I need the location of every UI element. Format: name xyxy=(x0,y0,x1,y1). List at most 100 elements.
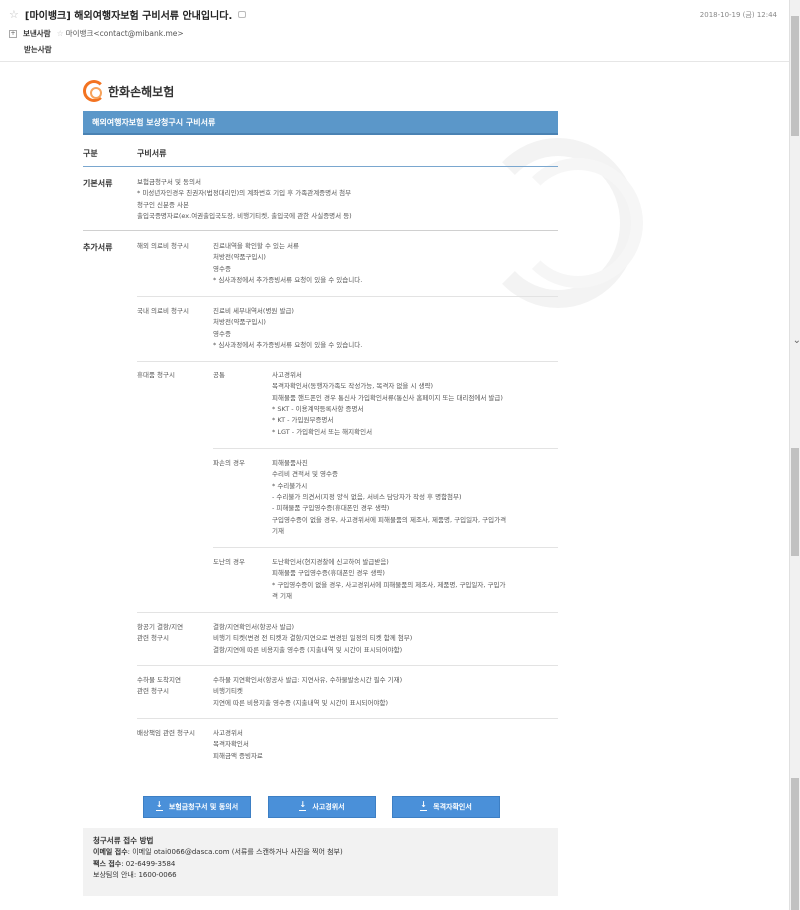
chevron-down-icon[interactable]: ⌄ xyxy=(793,335,800,346)
flight-label: 항공기 결항/지연 xyxy=(137,623,184,631)
subject-row: ☆ [마이뱅크] 해외여행자보험 구비서류 안내입니다. xyxy=(9,7,247,22)
download-claim-form-button[interactable]: 보험금청구서 및 동의서 xyxy=(143,796,251,818)
damage-line: - 수리불가 의견서(지정 양식 없음, 서비스 담당자가 작성 후 명함첨부) xyxy=(272,492,462,501)
info-fax: 팩스 접수: 02-6499-3584 xyxy=(93,859,548,871)
hanwha-logo-icon xyxy=(83,80,105,102)
from-label: 보낸사람 xyxy=(23,29,51,38)
from-row: + 보낸사람 ☆ 마이뱅크<contact@mibank.me> xyxy=(9,28,184,39)
sender-address[interactable]: 마이뱅크<contact@mibank.me> xyxy=(66,28,184,39)
scroll-thumb-secondary[interactable] xyxy=(791,448,799,556)
print-icon[interactable] xyxy=(238,10,247,18)
damage-line: 수리비 견적서 및 영수증 xyxy=(272,470,338,479)
common-line: 사고경위서 xyxy=(272,371,302,379)
info-phone: 보상팀의 안내: 1600-0066 xyxy=(93,870,548,882)
basic-line: * 미성년자인경우 친권자(법정대리인)의 계좌번호 기입 후 가족관계증명서 … xyxy=(137,189,352,198)
belongings-common-label: 공통 xyxy=(213,371,225,379)
download-icon xyxy=(155,800,163,811)
mail-subject: [마이뱅크] 해외여행자보험 구비서류 안내입니다. xyxy=(24,10,233,22)
info-phone-value: : 1600-0066 xyxy=(133,871,177,879)
domestic-line: 영수증 xyxy=(213,329,231,338)
domestic-line: 처방전(약품구입시) xyxy=(213,318,266,327)
common-line: 목격자확인서(동행자가족도 작성가능, 목격자 없을 시 생략) xyxy=(272,382,433,391)
common-line: * LGT - 가입확인서 또는 해지확인서 xyxy=(272,427,373,436)
divider xyxy=(213,547,558,548)
damage-line: 구입영수증이 없을 경우, 사고경위서에 피해물품의 제조사, 제품명, 구입일… xyxy=(272,515,507,524)
liability-line: 목격자확인서 xyxy=(213,740,249,749)
col-header-docs: 구비서류 xyxy=(137,149,167,158)
damage-line: * 수리불가시 xyxy=(272,481,308,490)
baggage-label: 관련 청구시 xyxy=(137,687,169,696)
info-fax-value: : 02-6499-3584 xyxy=(121,859,176,868)
liability-line: 사고경위서 xyxy=(213,729,243,737)
scroll-thumb[interactable] xyxy=(791,16,799,136)
theft-line: * 구입영수증이 없을 경우, 사고경위서에 피해물품의 제조사, 제품명, 구… xyxy=(272,580,506,589)
expand-icon[interactable]: + xyxy=(9,29,17,38)
overseas-line: 진료내역을 확인할 수 있는 서류 xyxy=(213,242,300,250)
brand-name: 한화손해보험 xyxy=(108,84,175,99)
download-witness-button[interactable]: 목격자확인서 xyxy=(392,796,500,818)
divider xyxy=(137,665,558,666)
overseas-line: 처방전(약품구입시) xyxy=(213,253,266,262)
col-header-category: 구분 xyxy=(83,149,98,158)
mail-header: ☆ [마이뱅크] 해외여행자보험 구비서류 안내입니다. 2018-10-19 … xyxy=(0,0,789,62)
belongings-label: 휴대품 청구시 xyxy=(137,371,175,379)
common-line: * SKT - 이용계약등록사항 증명서 xyxy=(272,404,364,413)
to-label: 받는사람 xyxy=(24,45,52,54)
flight-line: 비행기 티켓(변경 전 티켓과 결항/지연으로 변경된 일정의 티켓 함께 첨부… xyxy=(213,634,413,643)
mail-body: 한화손해보험 해외여행자보험 보상청구시 구비서류 구분 구비서류 기본서류 보… xyxy=(83,78,643,896)
domestic-line: 진료비 세부내역서(병원 발급) xyxy=(213,307,294,315)
download-icon xyxy=(299,800,307,811)
damage-line: 피해물품사진 xyxy=(272,459,308,467)
domestic-label: 국내 의료비 청구시 xyxy=(137,307,189,315)
download-icon xyxy=(420,800,428,811)
submission-info-box: 청구서류 접수 방법 이메일 접수: 이메일 otai0066@dasca.co… xyxy=(83,828,558,896)
section-basic-label: 기본서류 xyxy=(83,179,113,188)
baggage-line: 지연에 따른 비용지출 영수증 (지출내역 및 시간이 표시되어야함) xyxy=(213,698,389,707)
button-label: 보험금청구서 및 동의서 xyxy=(168,803,239,811)
section-additional-label: 추가서류 xyxy=(83,243,113,252)
common-line: 피해물품 핸드폰인 경우 통신사 가입확인서류(통신사 홈페이지 또는 대리점에… xyxy=(272,393,503,402)
header-divider xyxy=(83,166,558,167)
domestic-line: * 심사과정에서 추가증빙서류 요청이 있을 수 있습니다. xyxy=(213,340,363,349)
mail-date: 2018-10-19 (금) 12:44 xyxy=(699,11,777,19)
info-fax-label: 팩스 접수 xyxy=(93,859,122,868)
theft-line: 도난확인서(현지경찰에 신고하여 발급받음) xyxy=(272,558,389,566)
info-email-label: 이메일 접수 xyxy=(93,848,128,856)
theft-line: 격 기재 xyxy=(272,591,293,600)
overseas-label: 해외 의료비 청구시 xyxy=(137,242,189,250)
overseas-line: 영수증 xyxy=(213,264,231,273)
banner-title: 해외여행자보험 보상청구시 구비서류 xyxy=(83,111,558,135)
belongings-theft-label: 도난의 경우 xyxy=(213,558,245,566)
divider xyxy=(137,361,558,362)
divider xyxy=(137,612,558,613)
sender-star-icon[interactable]: ☆ xyxy=(57,29,64,38)
brand-logo: 한화손해보험 xyxy=(83,78,558,104)
theft-line: 피해물품 구입영수증(휴대폰인 경우 생략) xyxy=(272,569,385,578)
divider xyxy=(137,718,558,719)
watermark-graphic-inner xyxy=(513,158,643,288)
info-title: 청구서류 접수 방법 xyxy=(93,836,154,845)
basic-line: 청구인 신분증 사본 xyxy=(137,200,189,209)
button-label: 사고경위서 xyxy=(312,803,345,811)
basic-line: 출입국증명자료(ex.여권출입국도장, 비행기티켓, 출입국에 관한 사실증명서… xyxy=(137,211,352,220)
damage-line: - 피해물품 구입영수증(휴대폰인 경우 생략) xyxy=(272,504,390,513)
flight-line: 결항/지연확인서(항공사 발급) xyxy=(213,623,295,631)
info-email-value[interactable]: : 이메일 otai0066@dasca.com (서류를 스캔하거나 사진을 … xyxy=(128,848,343,856)
divider xyxy=(83,230,558,231)
overseas-line: * 심사과정에서 추가증빙서류 요청이 있을 수 있습니다. xyxy=(213,275,363,284)
divider xyxy=(137,296,558,297)
scrollbar[interactable] xyxy=(789,0,800,910)
button-label: 목격자확인서 xyxy=(433,803,472,811)
belongings-damage-label: 파손의 경우 xyxy=(213,459,245,467)
download-accident-report-button[interactable]: 사고경위서 xyxy=(268,796,376,818)
baggage-label: 수하물 도착지연 xyxy=(137,676,181,684)
info-email: 이메일 접수: 이메일 otai0066@dasca.com (서류를 스캔하거… xyxy=(93,847,548,859)
star-icon[interactable]: ☆ xyxy=(9,8,19,21)
scroll-thumb-lower[interactable] xyxy=(791,778,799,910)
liability-label: 배상책임 관련 청구시 xyxy=(137,729,195,737)
baggage-line: 비행기티켓 xyxy=(213,687,243,696)
common-line: * KT - 가입원부증명서 xyxy=(272,416,334,425)
info-phone-label: 보상팀의 안내 xyxy=(93,871,134,879)
basic-line: 보험금청구서 및 동의서 xyxy=(137,178,201,186)
flight-line: 결항/지연에 따른 비용지출 영수증 (지출내역 및 시간이 표시되어야함) xyxy=(213,645,403,654)
